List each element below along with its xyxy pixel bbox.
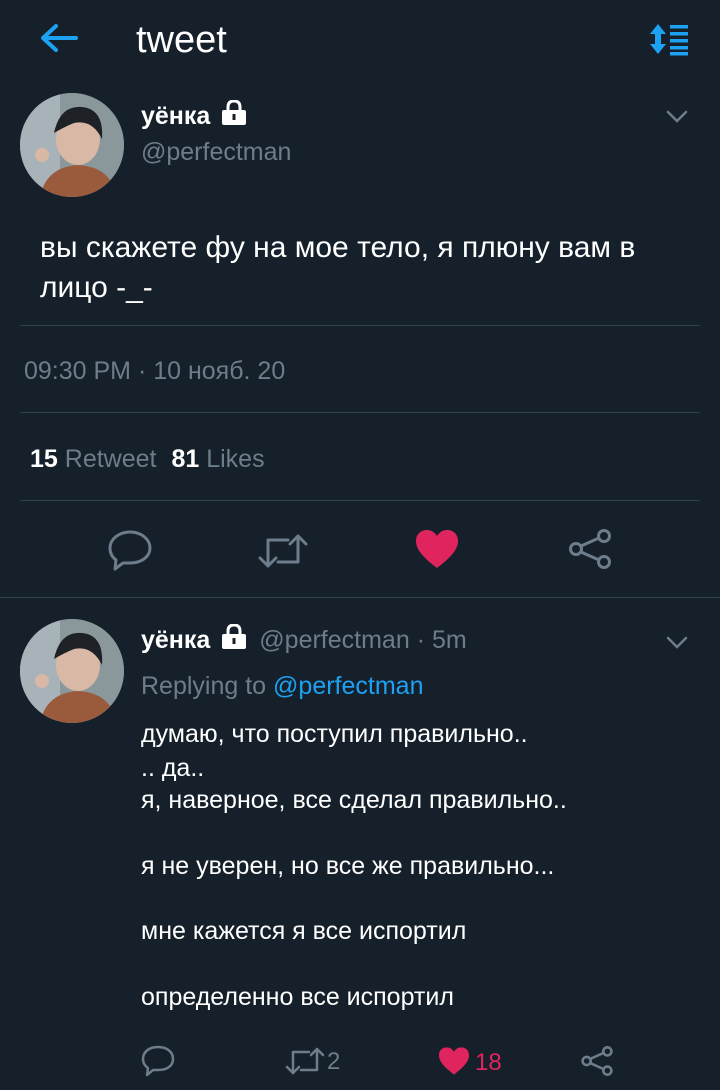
retweet-count[interactable]: 15 — [30, 445, 58, 473]
author-name[interactable]: уёнка — [141, 102, 210, 130]
share-icon[interactable] — [580, 1045, 614, 1077]
chevron-down-icon[interactable] — [666, 110, 688, 124]
avatar[interactable] — [20, 93, 124, 197]
reply-like-count: 18 — [475, 1049, 502, 1076]
reply-time: · 5m — [416, 626, 467, 654]
replying-to: Replying to @perfectman — [141, 671, 423, 701]
lock-icon — [222, 100, 247, 125]
page-title: tweet — [136, 19, 227, 61]
reply-icon[interactable] — [107, 529, 153, 571]
heart-icon — [439, 1047, 469, 1075]
share-icon[interactable] — [567, 528, 613, 570]
reply-text-line: .. да.. — [141, 754, 205, 782]
reply-text-line: я не уверен, но все же правильно... — [141, 852, 555, 880]
retweet-icon[interactable] — [258, 532, 308, 570]
like-count[interactable]: 81 — [171, 445, 199, 473]
reply-author-name[interactable]: уёнка — [141, 626, 210, 654]
tweet-text-line: лицо -_- — [40, 271, 153, 304]
chevron-down-icon[interactable] — [666, 636, 688, 650]
sort-icon[interactable] — [648, 22, 690, 56]
replying-to-link[interactable]: @perfectman — [273, 672, 423, 700]
tweet-text-line: вы скажете фу на мое тело, я плюну вам в — [40, 231, 636, 264]
reply-text-line: я, наверное, все сделал правильно.. — [141, 786, 567, 814]
reply-author-handle[interactable]: @perfectman — [259, 626, 409, 654]
tweet-text: вы скажете фу на мое тело, я плюну вам в… — [40, 228, 635, 308]
avatar-image — [20, 619, 124, 723]
author-name-row: уёнка — [141, 100, 248, 131]
reply-text-line: думаю, что поступил правильно.. — [141, 720, 528, 748]
divider — [20, 412, 700, 413]
arrow-left-icon[interactable] — [38, 22, 78, 54]
divider — [20, 325, 700, 326]
reply-text-line: определенно все испортил — [141, 983, 454, 1011]
reply-retweet-count: 2 — [327, 1048, 341, 1075]
author-handle[interactable]: @perfectman — [141, 137, 291, 167]
reply-avatar[interactable] — [20, 619, 124, 723]
tweet-stats: 15 Retweet 81 Likes — [30, 444, 265, 474]
reply-text-line: мне кажется я все испортил — [141, 917, 467, 945]
retweet-icon — [285, 1047, 325, 1075]
divider — [20, 500, 700, 501]
heart-icon[interactable] — [414, 528, 460, 570]
tweet-timestamp: 09:30 PM · 10 нояб. 20 — [24, 357, 286, 385]
divider — [0, 597, 720, 598]
reply-icon[interactable] — [141, 1045, 175, 1077]
like-label[interactable]: Likes — [206, 445, 264, 473]
reply-header: уёнка @perfectman · 5m — [141, 624, 467, 655]
lock-icon — [222, 624, 247, 649]
avatar-image — [20, 93, 124, 197]
retweet-label[interactable]: Retweet — [65, 445, 157, 473]
replying-to-label: Replying to — [141, 672, 267, 700]
